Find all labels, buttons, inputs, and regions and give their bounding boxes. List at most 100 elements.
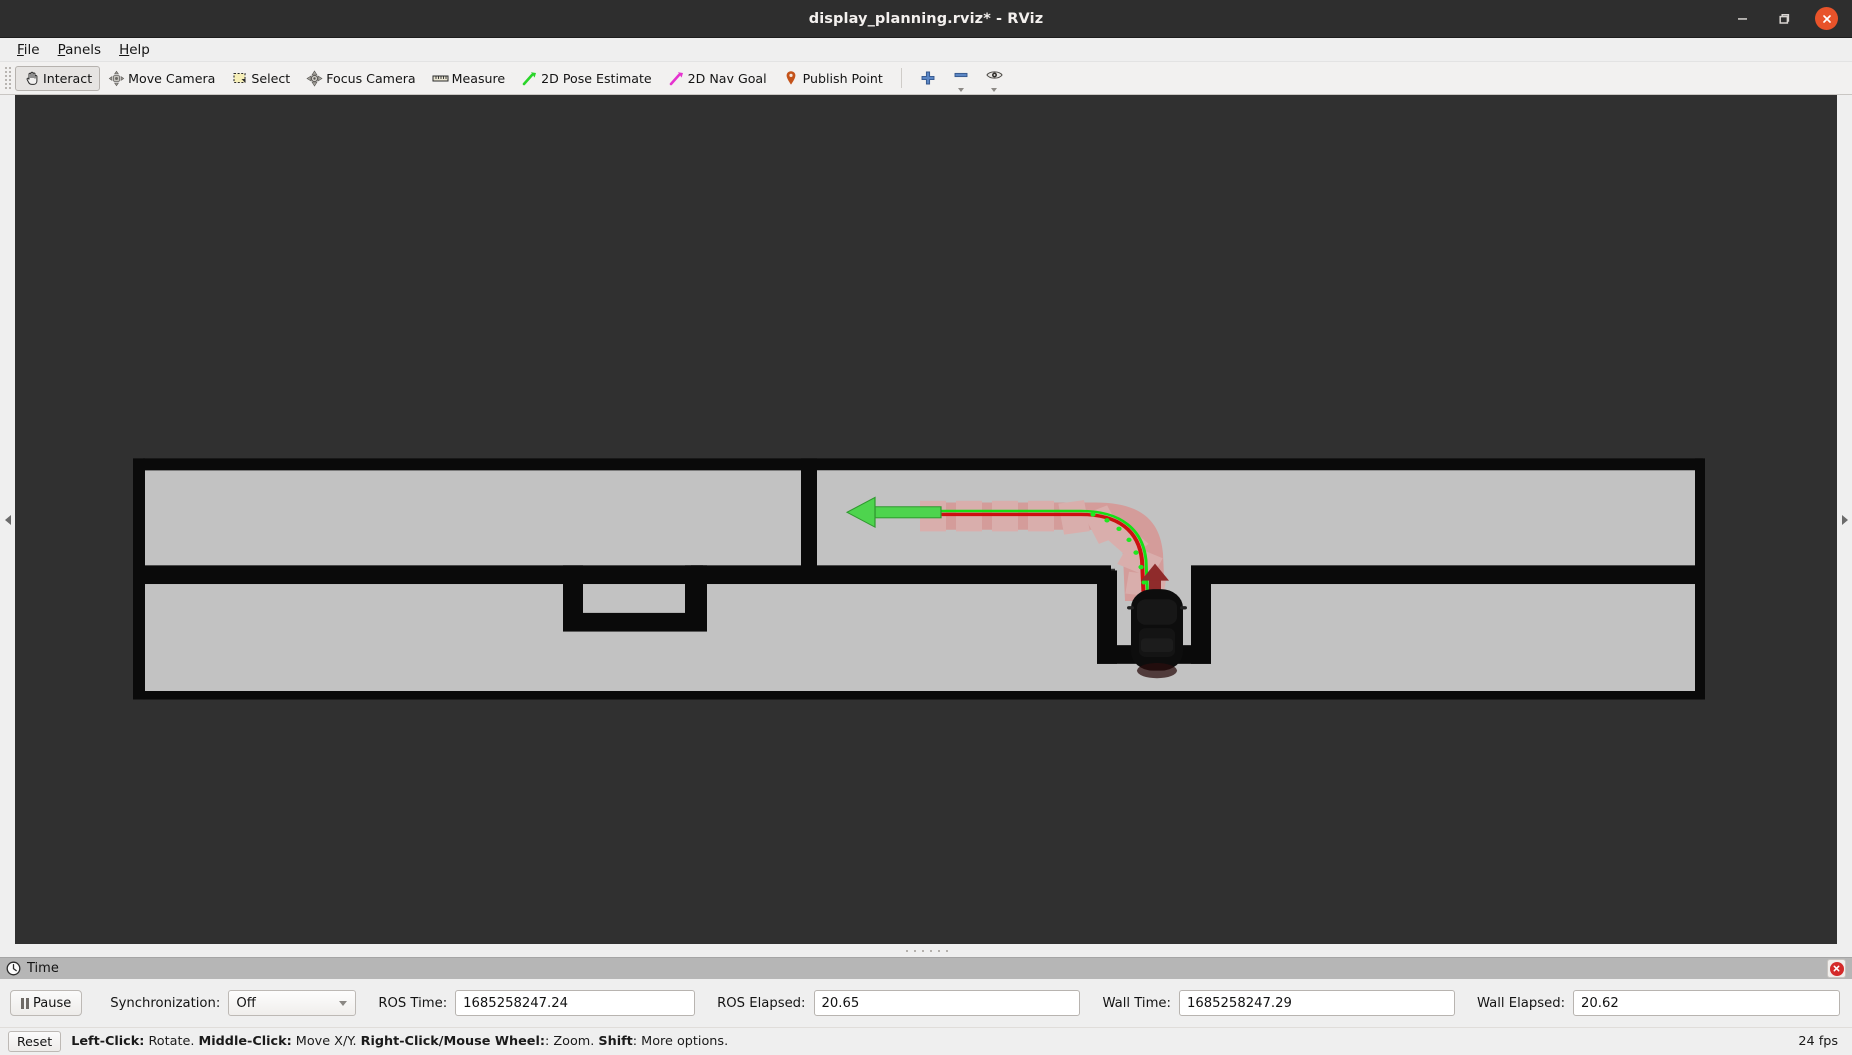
clock-icon <box>6 961 21 976</box>
ros-elapsed-value: 20.65 <box>821 995 860 1011</box>
menu-file-rest: ile <box>23 41 40 58</box>
wall-time-label: Wall Time: <box>1102 995 1171 1011</box>
mouse-hints: Left-Click: Rotate. Middle-Click: Move X… <box>71 1034 728 1049</box>
synchronization-select[interactable]: Off <box>228 990 357 1016</box>
tool-focus-camera-label: Focus Camera <box>326 70 416 86</box>
wall-elapsed-input[interactable]: 20.62 <box>1573 990 1840 1016</box>
select-rectangle-icon <box>231 70 248 87</box>
occupancy-grid-map <box>133 458 1705 700</box>
ros-time-label: ROS Time: <box>378 995 448 1011</box>
tool-move-camera[interactable]: Move Camera <box>100 66 223 91</box>
ros-elapsed-label: ROS Elapsed: <box>717 995 806 1011</box>
map-wall-bay-left-s <box>563 612 707 632</box>
toolbar-separator <box>900 68 902 88</box>
ros-time-input[interactable]: 1685258247.24 <box>455 990 696 1016</box>
time-panel-body: Pause Synchronization: Off ROS Time: 168… <box>0 979 1852 1027</box>
splitter-grip <box>903 949 949 952</box>
map-free-upper-left <box>143 466 803 569</box>
menu-help[interactable]: Help <box>110 40 159 60</box>
focus-camera-icon <box>306 69 323 87</box>
vehicle-mirror-left <box>1127 606 1134 610</box>
map-wall-mid-center <box>691 565 1111 585</box>
tool-2d-pose-estimate[interactable]: 2D Pose Estimate <box>513 66 660 91</box>
vehicle-mirror-right <box>1180 606 1187 610</box>
pause-icon <box>21 997 29 1009</box>
menu-file[interactable]: File <box>8 40 49 60</box>
minimize-icon[interactable] <box>1731 8 1753 30</box>
time-panel-title: Time <box>27 961 59 976</box>
tool-move-camera-label: Move Camera <box>128 70 216 86</box>
menu-panels-rest: anels <box>65 41 102 58</box>
minus-icon <box>953 67 970 84</box>
window-title: display_planning.rviz* - RViz <box>808 10 1044 27</box>
vehicle-hood <box>1137 599 1177 625</box>
right-panel-expander[interactable] <box>1837 95 1852 944</box>
tool-select[interactable]: Select <box>223 66 298 91</box>
hint-move-xy: Move X/Y. <box>291 1034 361 1049</box>
vehicle-shadow <box>1137 662 1177 679</box>
fps-counter: 24 fps <box>1798 1034 1838 1049</box>
menu-bar: File Panels Help <box>0 38 1852 62</box>
map-wall-bottom <box>143 690 1703 700</box>
map-wall-mid-right <box>1191 565 1703 585</box>
wall-time-input[interactable]: 1685258247.29 <box>1178 990 1455 1016</box>
hint-zoom: : Zoom. <box>544 1034 599 1049</box>
tool-interact[interactable]: Interact <box>15 65 101 91</box>
close-panel-icon[interactable] <box>1827 959 1846 978</box>
panel-splitter[interactable] <box>0 944 1852 957</box>
menu-help-rest: elp <box>129 41 150 58</box>
tool-publish-point[interactable]: Publish Point <box>775 66 891 91</box>
reset-button[interactable]: Reset <box>8 1031 62 1052</box>
tool-select-label: Select <box>251 70 291 86</box>
map-free-lower <box>143 580 1703 698</box>
wall-time-value: 1685258247.29 <box>1186 995 1292 1011</box>
map-pin-icon <box>783 70 800 87</box>
tool-2d-nav-goal-label: 2D Nav Goal <box>687 70 767 86</box>
tool-add[interactable] <box>912 66 945 91</box>
magenta-arrow-icon <box>668 70 685 87</box>
map-wall-left-edge <box>133 458 145 700</box>
hint-middle-click: Middle-Click: <box>198 1034 292 1049</box>
vehicle-windshield <box>1141 638 1173 652</box>
menu-panels[interactable]: Panels <box>49 40 110 60</box>
ros-time-value: 1685258247.24 <box>463 995 569 1011</box>
wall-elapsed-value: 20.62 <box>1581 995 1619 1011</box>
chevron-down-icon <box>991 87 998 92</box>
pause-button[interactable]: Pause <box>10 990 83 1016</box>
hint-shift: Shift <box>598 1034 633 1049</box>
map-wall-vert-divider <box>801 458 817 571</box>
close-icon[interactable] <box>1815 7 1838 30</box>
wall-elapsed-label: Wall Elapsed: <box>1476 995 1566 1011</box>
toolbar-grip[interactable] <box>4 66 13 90</box>
ros-elapsed-input[interactable]: 20.65 <box>813 990 1081 1016</box>
hand-cursor-icon <box>23 70 40 87</box>
tool-remove[interactable] <box>945 66 978 92</box>
tool-interact-label: Interact <box>43 70 93 86</box>
left-panel-expander[interactable] <box>0 95 15 944</box>
eye-icon <box>986 67 1003 84</box>
toolbar: Interact Move Camera Select Focus Camera… <box>0 62 1852 95</box>
main-area <box>0 95 1852 944</box>
tool-measure[interactable]: Measure <box>424 66 514 91</box>
tool-focus-camera[interactable]: Focus Camera <box>298 66 423 91</box>
hint-left-click: Left-Click: <box>71 1034 145 1049</box>
pause-button-label: Pause <box>33 995 72 1011</box>
tool-publish-point-label: Publish Point <box>802 70 883 86</box>
tool-2d-nav-goal[interactable]: 2D Nav Goal <box>660 66 775 91</box>
hint-right-click: Right-Click/Mouse Wheel: <box>360 1034 545 1049</box>
tool-visibility[interactable] <box>978 66 1011 92</box>
tool-2d-pose-estimate-label: 2D Pose Estimate <box>541 70 652 86</box>
green-arrow-icon <box>521 70 538 87</box>
scene-canvas <box>15 95 1837 944</box>
synchronization-label: Synchronization: <box>110 995 221 1011</box>
maximize-icon[interactable] <box>1773 8 1795 30</box>
window-controls <box>1731 7 1852 30</box>
ruler-icon <box>432 70 449 87</box>
chevron-down-icon <box>339 1001 348 1006</box>
render-viewport-3d[interactable] <box>15 95 1837 944</box>
synchronization-value: Off <box>236 995 256 1011</box>
chevron-down-icon <box>958 87 965 92</box>
hint-more-options: : More options. <box>632 1034 729 1049</box>
map-wall-mid-left <box>143 565 703 585</box>
hint-rotate: Rotate. <box>144 1034 199 1049</box>
